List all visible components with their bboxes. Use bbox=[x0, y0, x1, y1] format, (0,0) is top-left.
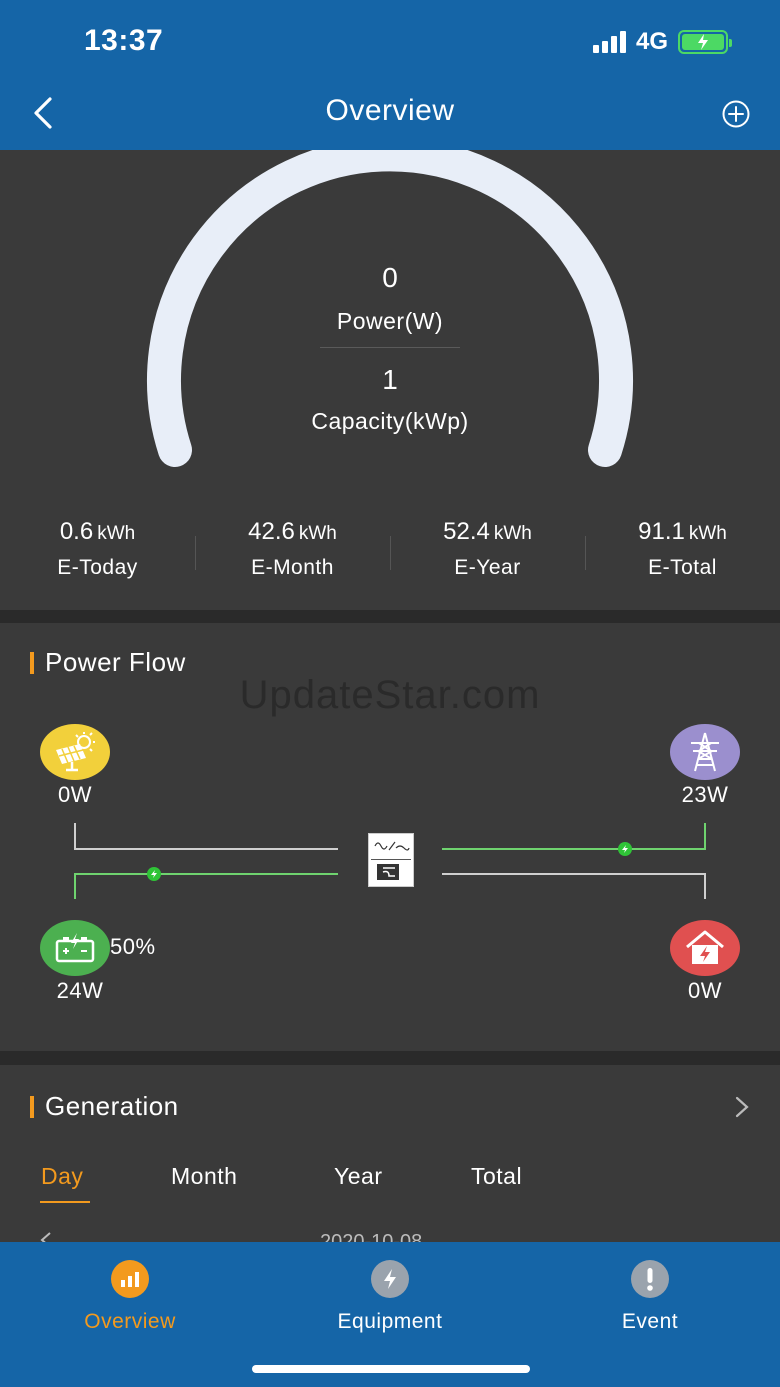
stat-label: E-Total bbox=[648, 556, 717, 579]
home-icon bbox=[686, 930, 724, 964]
capacity-value: 1 bbox=[382, 364, 398, 395]
stat-unit: kWh bbox=[688, 523, 727, 544]
power-value: 0 bbox=[382, 262, 398, 293]
grid-value: 23W bbox=[681, 782, 729, 807]
overview-card: 0 Power(W) 1 Capacity(kWp) 0.6 kWh E-Toda… bbox=[0, 150, 780, 610]
battery-node[interactable] bbox=[40, 920, 110, 976]
tab-day[interactable]: Day bbox=[41, 1163, 83, 1190]
tabbar-item-overview[interactable]: Overview bbox=[30, 1260, 230, 1334]
battery-soc: 50% bbox=[110, 934, 156, 959]
home-node[interactable] bbox=[670, 920, 740, 976]
stat-value: 42.6 bbox=[248, 518, 295, 545]
header: 13:37 4G Overview bbox=[0, 0, 780, 150]
tabbar-label: Event bbox=[621, 1310, 679, 1333]
tabbar-item-equipment[interactable]: Equipment bbox=[290, 1260, 490, 1334]
status-indicators: 4G bbox=[592, 28, 732, 56]
lightning-icon bbox=[371, 1260, 409, 1298]
tabbar-label: Equipment bbox=[337, 1310, 443, 1333]
generation-title: Generation bbox=[30, 1091, 179, 1122]
stat-e-total: 91.1 kWh E-Total bbox=[585, 518, 780, 588]
stat-e-year: 52.4 kWh E-Year bbox=[390, 518, 585, 588]
tab-total[interactable]: Total bbox=[471, 1163, 522, 1190]
power-flow-card[interactable]: Power Flow UpdateStar.com 0W 23W 50% 24W… bbox=[0, 623, 780, 1051]
home-indicator bbox=[252, 1365, 530, 1373]
exclamation-icon bbox=[631, 1260, 669, 1298]
stat-e-today: 0.6 kWh E-Today bbox=[0, 518, 195, 588]
solar-value: 0W bbox=[58, 782, 92, 807]
power-tower-icon bbox=[691, 732, 719, 772]
stat-unit: kWh bbox=[493, 523, 532, 544]
inverter-icon[interactable] bbox=[368, 833, 414, 887]
flow-dot-grid bbox=[618, 842, 632, 856]
solar-node[interactable] bbox=[40, 724, 110, 780]
generation-tabs: Day Month Year Total bbox=[0, 1163, 780, 1213]
battery-value: 24W bbox=[56, 978, 104, 1003]
tabbar-item-event[interactable]: Event bbox=[550, 1260, 750, 1334]
capacity-label: Capacity(kWp) bbox=[311, 408, 469, 434]
grid-node[interactable] bbox=[670, 724, 740, 780]
stat-label: E-Month bbox=[251, 556, 334, 579]
generation-card: Generation Day Month Year Total 2020-10-… bbox=[0, 1065, 780, 1253]
stat-unit: kWh bbox=[97, 523, 136, 544]
stat-unit: kWh bbox=[298, 523, 337, 544]
status-time: 13:37 bbox=[84, 24, 164, 57]
tab-year[interactable]: Year bbox=[334, 1163, 382, 1190]
solar-panel-icon bbox=[56, 732, 95, 772]
stat-e-month: 42.6 kWh E-Month bbox=[195, 518, 390, 588]
gauge-divider bbox=[320, 347, 460, 348]
flow-dot-battery bbox=[147, 867, 161, 881]
page-title: Overview bbox=[325, 94, 455, 127]
bar-chart-icon bbox=[111, 1260, 149, 1298]
signal-icon bbox=[592, 31, 626, 53]
tab-month[interactable]: Month bbox=[171, 1163, 237, 1190]
stat-value: 91.1 bbox=[638, 518, 685, 545]
power-label: Power(W) bbox=[336, 308, 444, 334]
stat-label: E-Today bbox=[57, 556, 138, 579]
stat-value: 52.4 bbox=[443, 518, 490, 545]
battery-icon bbox=[55, 933, 95, 963]
network-type: 4G bbox=[635, 28, 668, 55]
active-tab-indicator bbox=[40, 1201, 90, 1203]
tabbar-label: Overview bbox=[84, 1310, 176, 1333]
status-battery-icon bbox=[678, 30, 732, 54]
chevron-right-icon[interactable] bbox=[734, 1095, 750, 1119]
home-value: 0W bbox=[688, 978, 722, 1003]
stat-value: 0.6 bbox=[59, 518, 94, 545]
stat-label: E-Year bbox=[454, 556, 521, 579]
add-circle-icon[interactable] bbox=[722, 100, 750, 128]
energy-stats: 0.6 kWh E-Today 42.6 kWh E-Month 52.4 kWh E… bbox=[0, 518, 780, 588]
